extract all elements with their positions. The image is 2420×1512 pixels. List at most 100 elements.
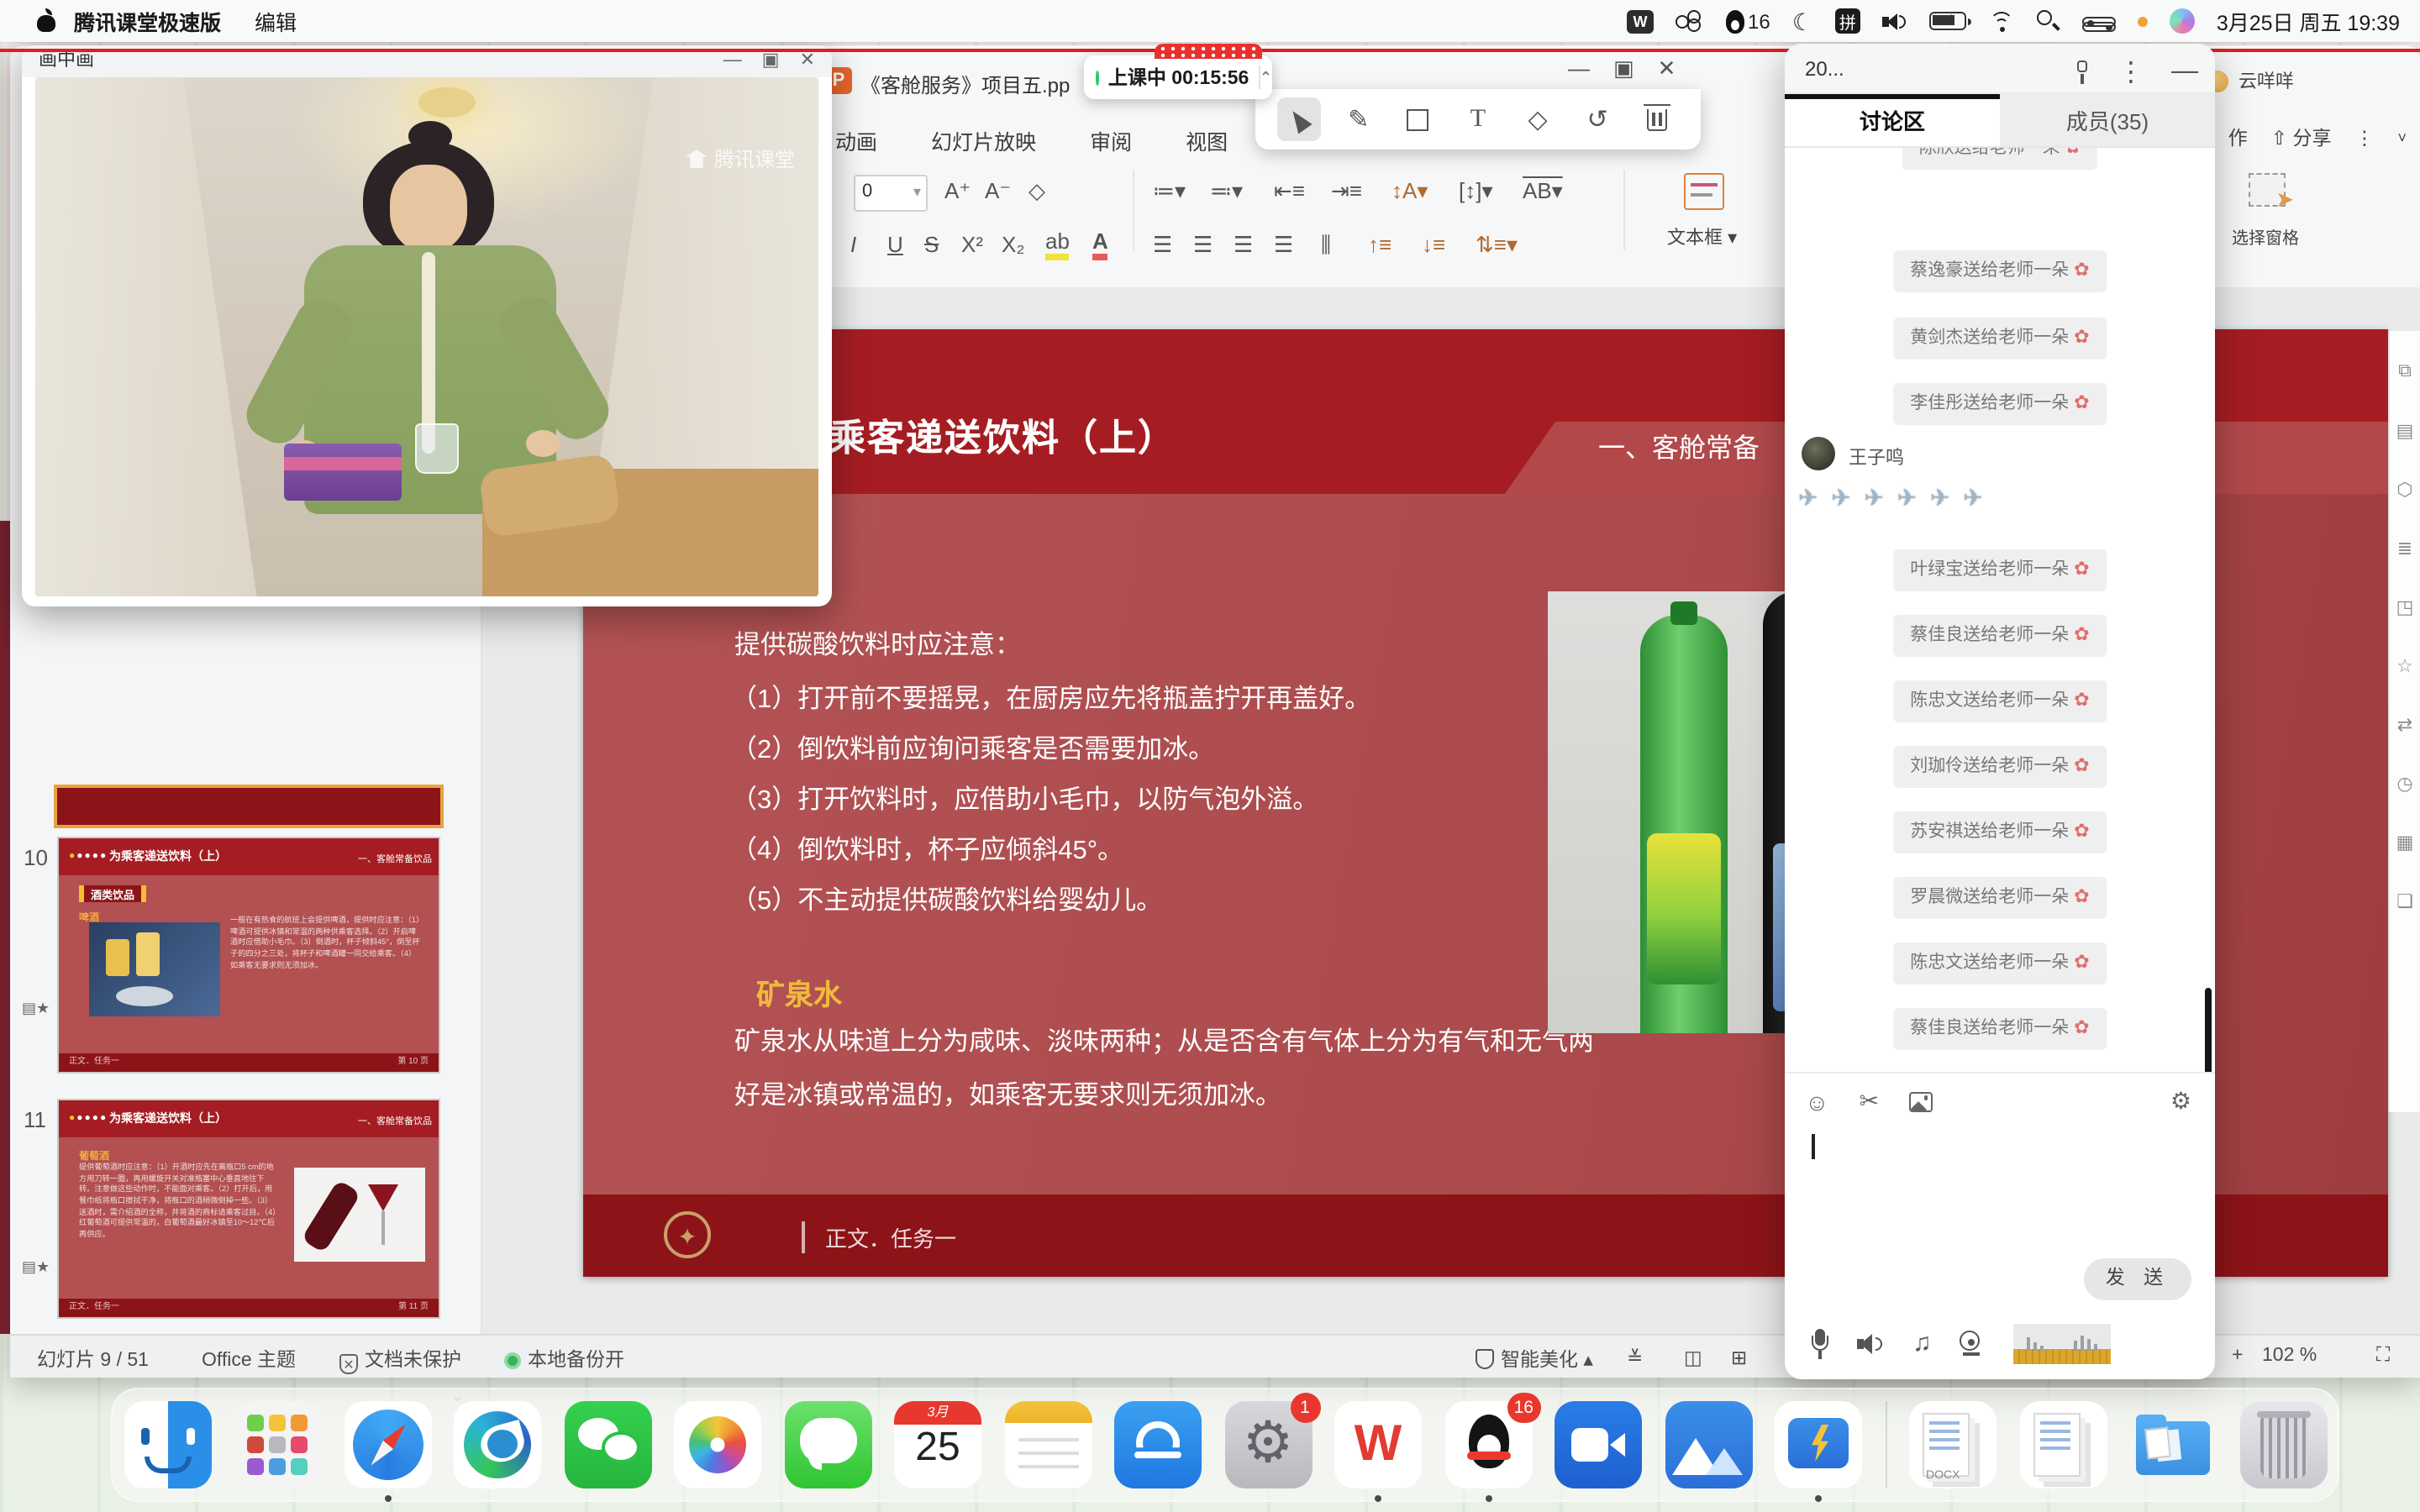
fit-slide-icon[interactable]: ⛶ [2376,1346,2390,1368]
wps-menu-icon[interactable]: W [1627,9,1654,33]
superscript-icon[interactable]: X² [961,232,983,257]
shapes-icon[interactable]: ⬡ [2396,479,2412,501]
text-tool[interactable]: T [1456,97,1500,141]
minimize-icon[interactable]: — [1568,55,1590,82]
paragraph-spacing-icon[interactable]: [↕]▾ [1459,178,1493,205]
crop-icon[interactable]: ◳ [2396,596,2414,618]
bullet-list-icon[interactable]: ≔▾ [1153,178,1186,205]
theme-label[interactable]: Office 主题 [202,1346,296,1373]
three-circles-icon[interactable] [1676,10,1704,32]
notes-toggle-icon[interactable]: ≚ [1627,1346,1643,1369]
select-pane-icon[interactable]: ➤ [2249,173,2286,207]
increase-indent-icon[interactable]: ⇥≡ [1331,178,1362,205]
textbox-label[interactable]: 文本框 ▾ [1667,223,1737,250]
dock-documents-stack[interactable] [2019,1401,2107,1488]
pip-video-window[interactable]: 画中画 — ▣ ✕ 腾讯课堂 [22,45,832,606]
eraser-tool[interactable]: ◇ [1516,97,1560,141]
collapse-chevron-icon[interactable]: ⌃ [1260,68,1272,87]
student-avatar[interactable] [1802,437,1835,470]
maximize-icon[interactable]: ▣ [1613,55,1634,82]
outline-icon[interactable]: ≣ [2397,538,2412,559]
settings-gear-icon[interactable]: ⚙ [2170,1087,2191,1116]
minimize-icon[interactable]: — [2171,57,2198,87]
wifi-icon[interactable] [1988,11,2015,31]
rectangle-tool[interactable] [1397,97,1440,141]
dock-tencent-meeting[interactable] [1555,1401,1642,1488]
dock-messages[interactable] [784,1401,871,1488]
tab-review[interactable]: 审阅 [1090,124,1132,156]
share-button[interactable]: ⇧ 分享 [2271,124,2332,151]
strikethrough-icon[interactable]: S [924,232,939,257]
thumbnail-slide-9-sliver[interactable] [54,785,444,828]
align-right-icon[interactable]: ☰ [1234,232,1253,259]
subscript-icon[interactable]: X₂ [1002,232,1024,257]
class-status-bar[interactable]: 上课中 00:15:56 ⌃ [1084,55,1272,99]
chat-scrollbar-thumb[interactable] [2205,988,2212,1072]
normal-view-icon[interactable]: ◫ [1684,1346,1702,1369]
dock-appstore[interactable] [1114,1401,1202,1488]
screenshot-scissors-icon[interactable]: ✂ [1860,1087,1879,1116]
italic-icon[interactable]: I [850,232,856,257]
history-icon[interactable]: ◷ [2396,773,2412,795]
dock-downloads-folder[interactable] [2129,1401,2217,1488]
undo-tool[interactable]: ↺ [1576,97,1619,141]
dock-notes[interactable] [1004,1401,1092,1488]
drag-grip[interactable] [1155,44,1262,59]
decrease-font-icon[interactable]: A⁻ [985,178,1011,205]
siri-icon[interactable] [2170,8,2195,34]
pin-icon[interactable] [2074,60,2091,84]
increase-font-icon[interactable]: A⁺ [944,178,971,205]
control-center-icon[interactable] [2082,10,2116,32]
dock-launchpad[interactable] [234,1401,321,1488]
speaker-icon[interactable] [1857,1331,1884,1355]
beautify-button[interactable]: 智能美化 ▴ [1476,1346,1593,1373]
music-note-icon[interactable]: ♫ [1912,1329,1932,1357]
more-menu-icon[interactable]: ⋮ [2118,55,2144,89]
send-button[interactable]: 发 送 [2084,1258,2191,1300]
emoji-icon[interactable]: ☺ [1805,1088,1829,1115]
properties-icon[interactable]: ⧉ [2398,361,2412,383]
animation-indicator-icon[interactable]: ▤★ [22,1258,50,1277]
active-app-name[interactable]: 腾讯课堂极速版 [74,5,221,37]
close-icon[interactable]: ✕ [1658,55,1676,82]
collapse-ribbon-icon[interactable]: ˅ [2397,129,2407,146]
record-icon[interactable] [1960,1331,1986,1356]
menu-edit[interactable]: 编辑 [255,5,297,37]
grid-icon[interactable]: ▦ [2396,832,2414,853]
pages-icon[interactable]: ❏ [2396,890,2413,912]
dnd-moon-icon[interactable]: ☾ [1792,8,1813,34]
pen-tool[interactable]: ✎ [1337,97,1381,141]
dock-finder[interactable] [124,1401,211,1488]
dock-trash[interactable] [2239,1401,2327,1488]
distribute-icon[interactable]: ⇅≡▾ [1476,232,1518,259]
font-color-icon[interactable]: A [1092,228,1108,260]
text-direction-icon[interactable]: ↑≡ [1368,232,1392,257]
dock-wps[interactable]: W [1334,1401,1422,1488]
layout-icon[interactable]: ▤ [2396,420,2414,442]
image-icon[interactable] [1909,1091,1933,1111]
decrease-indent-icon[interactable]: ⇤≡ [1274,178,1305,205]
text-rotate-icon[interactable]: ↓≡ [1422,232,1445,257]
numbered-list-icon[interactable]: ≕▾ [1210,178,1243,205]
align-center-icon[interactable]: ☰ [1193,232,1213,259]
grid-view-icon[interactable]: ⊞ [1731,1346,1747,1369]
highlight-icon[interactable]: ab [1045,228,1070,260]
tab-discussion[interactable]: 讨论区 [1785,94,2000,148]
dock-tencent-docs[interactable] [1665,1401,1752,1488]
align-left-icon[interactable]: ☰ [1153,232,1172,259]
underline-icon[interactable]: U [887,232,903,257]
dock-docx-stack[interactable]: DOCX [1909,1401,1996,1488]
spotlight-search-icon[interactable] [2037,9,2060,33]
tab-members[interactable]: 成员(35) [2000,94,2215,148]
pinyin-input-icon[interactable]: 拼 [1835,8,1860,34]
cursor-tool[interactable] [1277,97,1321,141]
chat-title-bar[interactable]: 20... ⋮ — [1785,44,2215,94]
action-label-partial[interactable]: 作 [2228,124,2248,151]
backup-status[interactable]: 本地备份开 [504,1346,624,1373]
tab-animation[interactable]: 动画 [835,124,877,156]
chat-input-area[interactable]: ☺ ✂ ⚙ 发 送 [1785,1072,2215,1257]
microphone-icon[interactable] [1812,1328,1828,1358]
tab-slideshow[interactable]: 幻灯片放映 [931,124,1036,156]
clear-tool[interactable] [1635,97,1679,141]
font-size-combo[interactable]: 0 [854,175,928,212]
